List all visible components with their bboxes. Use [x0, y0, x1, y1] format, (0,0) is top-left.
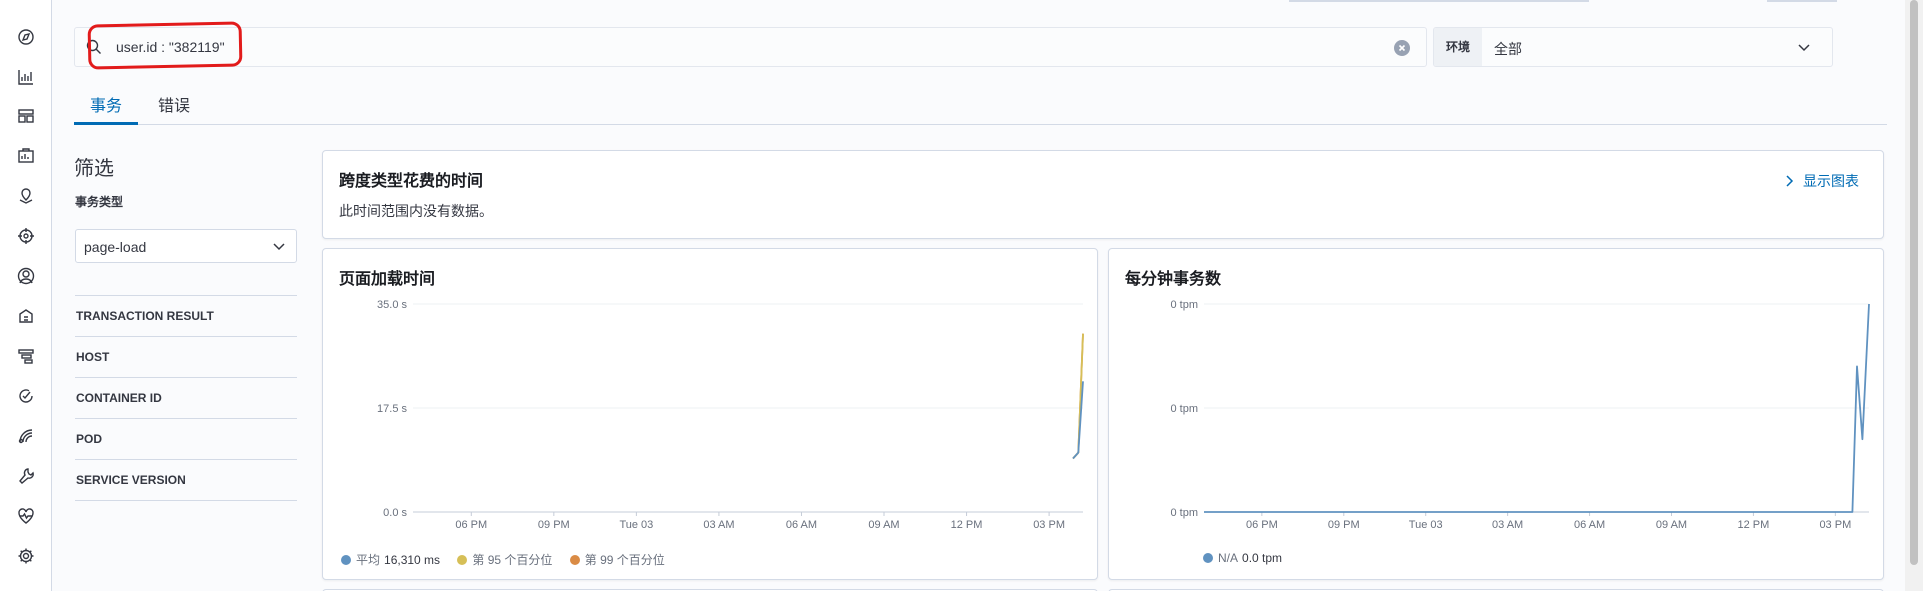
page-load-panel: 页面加载时间 0.0 s 17.5 s 35.0 s 06 PM 09 PM Tue 03…: [322, 248, 1098, 580]
x-tick-label: 03 AM: [1492, 519, 1523, 531]
environment-label: 环境: [1434, 28, 1482, 66]
filters-title: 筛选: [74, 158, 114, 180]
facet-service-version[interactable]: SERVICE VERSION: [75, 459, 297, 500]
facet-transaction-result[interactable]: TRANSACTION RESULT: [75, 295, 297, 336]
x-tick-label: 03 PM: [1819, 519, 1851, 531]
span-type-panel: 跨度类型花费的时间 此时间范围内没有数据。 显示图表: [322, 150, 1884, 239]
x-tick-label: 09 PM: [538, 519, 570, 531]
transaction-type-value: page-load: [84, 239, 147, 255]
transaction-type-label: 事务类型: [75, 195, 124, 209]
facet-host[interactable]: HOST: [75, 336, 297, 377]
y-tick-label: 35.0 s: [377, 299, 407, 311]
legend-value: 0.0 tpm: [1242, 551, 1283, 565]
x-tick-label: 03 AM: [703, 519, 734, 531]
compass-icon[interactable]: [17, 28, 35, 46]
show-chart-label[interactable]: 显示图表: [1803, 173, 1859, 189]
x-tick-label: 06 AM: [1574, 519, 1605, 531]
gear-icon[interactable]: [17, 547, 35, 565]
header-divider: [1289, 0, 1589, 2]
page-load-legend: 平均 16,310 ms 第 95 个百分位 第 99 个百分位: [341, 551, 679, 568]
x-tick-label: Tue 03: [619, 519, 653, 531]
tab-transactions[interactable]: 事务: [74, 92, 138, 125]
y-tick-label: 0 tpm: [1170, 403, 1198, 415]
page-load-chart: 0.0 s 17.5 s 35.0 s 06 PM 09 PM Tue 03 03 AM 06…: [377, 299, 1084, 531]
legend-item-na[interactable]: N/A 0.0 tpm: [1203, 551, 1282, 565]
x-tick-label: 09 PM: [1328, 519, 1360, 531]
x-tick-label: Tue 03: [1409, 519, 1443, 531]
legend-item-avg[interactable]: 平均 16,310 ms: [341, 551, 440, 568]
legend-label: N/A: [1218, 551, 1239, 565]
chevron-down-icon[interactable]: [1796, 39, 1812, 55]
y-tick-label: 0.0 s: [383, 507, 407, 519]
canvas-icon[interactable]: [17, 147, 35, 165]
maps-icon[interactable]: [17, 187, 35, 205]
series-line: [1072, 381, 1084, 460]
legend-label: 平均: [356, 553, 381, 567]
legend-dot: [569, 555, 580, 565]
x-tick-label: 06 PM: [1246, 519, 1278, 531]
no-data-message: 此时间范围内没有数据。: [339, 203, 493, 219]
side-nav: [0, 0, 52, 591]
environment-select[interactable]: 环境 全部: [1433, 27, 1833, 67]
tpm-chart: 0 tpm 0 tpm 0 tpm 06 PM 09 PM Tue 03 03 AM 06 A…: [1170, 299, 1870, 531]
facet-container-id[interactable]: CONTAINER ID: [75, 377, 297, 418]
legend-label: 第 99 个百分位: [584, 553, 665, 567]
tab-errors[interactable]: 错误: [154, 92, 194, 125]
header-divider: [1767, 0, 1837, 2]
legend-dot: [1203, 553, 1213, 563]
y-tick-label: 0 tpm: [1170, 507, 1198, 519]
x-tick-label: 03 PM: [1033, 519, 1065, 531]
user-icon[interactable]: [17, 267, 35, 285]
uptime-icon[interactable]: [17, 387, 35, 405]
dev-tools-icon[interactable]: [17, 467, 35, 485]
tpm-legend: N/A 0.0 tpm: [1203, 551, 1296, 565]
legend-value: 16,310 ms: [384, 553, 441, 567]
tpm-panel: 每分钟事务数 0 tpm 0 tpm 0 tpm 06 PM 09 PM Tue 03 03…: [1108, 248, 1884, 580]
ml-icon[interactable]: [17, 227, 35, 245]
x-tick-label: 06 PM: [455, 519, 487, 531]
facet-pod[interactable]: POD: [75, 418, 297, 459]
dashboard-icon[interactable]: [17, 107, 35, 125]
chart-icon[interactable]: [17, 68, 35, 86]
show-chart-link[interactable]: 显示图表: [1783, 171, 1859, 191]
x-tick-label: 12 PM: [951, 519, 983, 531]
y-tick-label: 0 tpm: [1170, 299, 1198, 311]
legend-label: 第 95 个百分位: [472, 553, 553, 567]
monitoring-icon[interactable]: [17, 507, 35, 525]
environment-value[interactable]: 全部: [1494, 39, 1522, 59]
x-tick-label: 12 PM: [1738, 519, 1770, 531]
annotation-highlight: [87, 21, 243, 70]
legend-dot: [457, 555, 468, 565]
chevron-right-icon: [1786, 175, 1794, 187]
main-content: user.id : "382119" 环境 全部 事务 错误 筛选 事务类型 p…: [52, 0, 1905, 591]
x-tick-label: 09 AM: [1656, 519, 1687, 531]
scrollbar-thumb[interactable]: [1910, 0, 1918, 565]
search-bar[interactable]: user.id : "382119": [74, 27, 1427, 67]
y-tick-label: 17.5 s: [377, 403, 407, 415]
clear-icon[interactable]: [1394, 40, 1410, 56]
span-type-title: 跨度类型花费的时间: [339, 173, 484, 190]
divider: [75, 500, 297, 501]
siem-icon[interactable]: [17, 427, 35, 445]
x-tick-label: 09 AM: [868, 519, 899, 531]
scrollbar[interactable]: [1905, 0, 1923, 591]
legend-item-p99[interactable]: 第 99 个百分位: [569, 551, 665, 568]
transaction-type-select[interactable]: page-load: [75, 229, 297, 263]
legend-dot: [341, 555, 351, 565]
apm-icon[interactable]: [17, 347, 35, 365]
legend-item-p95[interactable]: 第 95 个百分位: [457, 551, 552, 568]
logs-icon[interactable]: [17, 307, 35, 325]
x-tick-label: 06 AM: [786, 519, 817, 531]
tab-bar: 事务 错误: [74, 85, 1887, 125]
chevron-down-icon: [272, 239, 286, 253]
